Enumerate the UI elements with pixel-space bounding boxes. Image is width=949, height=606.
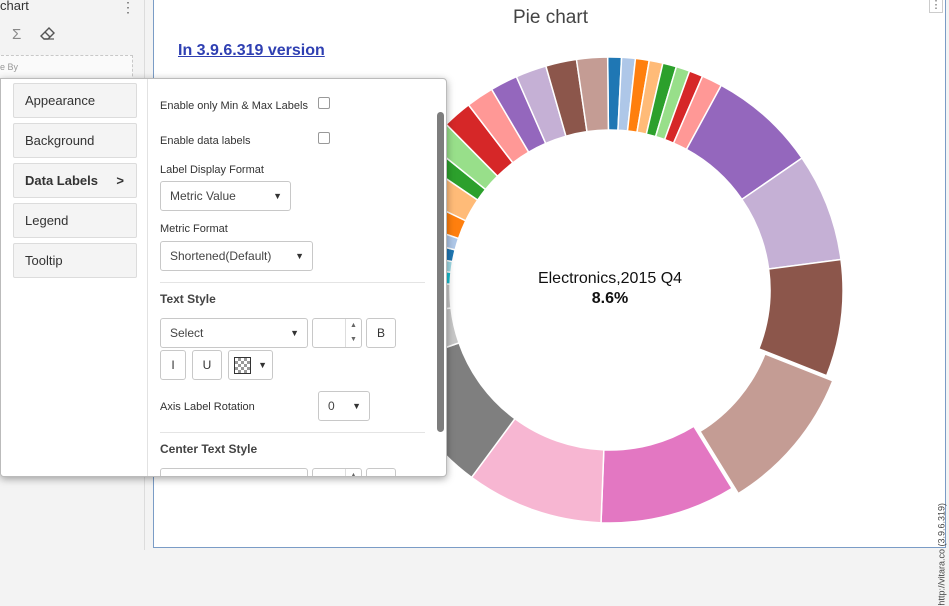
chevron-down-icon: ▼	[352, 401, 361, 411]
center-label: Electronics,2015 Q4	[537, 270, 683, 287]
center-font-size-stepper[interactable]: ▲	[312, 468, 362, 476]
version-link[interactable]: In 3.9.6.319 version	[178, 42, 325, 60]
tab-label: Data Labels	[25, 173, 98, 188]
divider	[160, 432, 425, 433]
select-value: Shortened(Default)	[170, 249, 272, 263]
color-picker-button[interactable]: ▼	[228, 350, 273, 380]
settings-tabs: Appearance Background Data Labels > Legen…	[1, 79, 148, 476]
popup-scrollbar[interactable]	[437, 112, 444, 432]
stepper-up-icon[interactable]: ▲	[346, 469, 361, 476]
chevron-down-icon: ▼	[290, 328, 299, 338]
tab-label: Appearance	[25, 93, 96, 108]
tab-data-labels[interactable]: Data Labels >	[13, 163, 137, 198]
eraser-icon[interactable]	[40, 27, 56, 46]
settings-popup: Appearance Background Data Labels > Legen…	[0, 78, 447, 477]
enable-data-labels-checkbox[interactable]	[318, 132, 330, 144]
sidebar-kebab-icon[interactable]: ⋮	[121, 0, 135, 16]
label-display-format-label: Label Display Format	[160, 164, 264, 176]
select-value: 0	[328, 399, 335, 413]
stepper-buttons: ▲	[345, 469, 361, 476]
data-labels-panel: Enable only Min & Max Labels Enable data…	[148, 79, 446, 476]
center-bold-button[interactable]	[366, 468, 396, 476]
chevron-down-icon: ▼	[273, 191, 282, 201]
chevron-down-icon: ▼	[295, 251, 304, 261]
color-swatch-icon	[234, 357, 251, 374]
tab-label: Tooltip	[25, 253, 63, 268]
italic-button[interactable]: I	[160, 350, 186, 380]
font-size-stepper[interactable]: ▲ ▼	[312, 318, 362, 348]
enable-min-max-checkbox[interactable]	[318, 97, 330, 109]
chart-title: Pie chart	[513, 7, 588, 28]
tab-appearance[interactable]: Appearance	[13, 83, 137, 118]
axis-label-rotation-label: Axis Label Rotation	[160, 401, 255, 413]
underline-button[interactable]: U	[192, 350, 222, 380]
center-font-family-select[interactable]	[160, 468, 308, 476]
sigma-icon[interactable]: Σ	[12, 26, 21, 43]
metric-format-label: Metric Format	[160, 223, 228, 235]
axis-label-rotation-select[interactable]: 0 ▼	[318, 391, 370, 421]
enable-min-max-label: Enable only Min & Max Labels	[160, 100, 308, 112]
stepper-buttons: ▲ ▼	[345, 319, 361, 347]
select-value: Select	[170, 326, 204, 340]
center-text-style-title: Center Text Style	[160, 442, 258, 456]
bold-button[interactable]: B	[366, 318, 396, 348]
metric-format-select[interactable]: Shortened(Default) ▼	[160, 241, 313, 271]
tab-label: Legend	[25, 213, 69, 228]
font-family-select[interactable]: Select ▼	[160, 318, 308, 348]
center-value: 8.6%	[591, 290, 629, 307]
stepper-down-icon[interactable]: ▼	[346, 333, 361, 347]
divider	[160, 282, 425, 283]
text-style-title: Text Style	[160, 292, 216, 306]
watermark-link[interactable]: http://vitara.co (3.9.6.319)	[937, 503, 947, 606]
label-display-format-select[interactable]: Metric Value ▼	[160, 181, 291, 211]
stepper-up-icon[interactable]: ▲	[346, 319, 361, 333]
chevron-down-icon: ▼	[258, 360, 267, 370]
tab-legend[interactable]: Legend	[13, 203, 137, 238]
tab-label: Background	[25, 133, 95, 148]
select-value: Metric Value	[170, 189, 236, 203]
tab-tooltip[interactable]: Tooltip	[13, 243, 137, 278]
drop-zone-label: e By	[0, 62, 19, 72]
chart-kebab-icon[interactable]: ⋮	[929, 0, 943, 13]
sidebar-title: chart	[0, 0, 29, 13]
tab-background[interactable]: Background	[13, 123, 137, 158]
enable-data-labels-label: Enable data labels	[160, 135, 251, 147]
tab-arrow-icon: >	[116, 173, 124, 188]
